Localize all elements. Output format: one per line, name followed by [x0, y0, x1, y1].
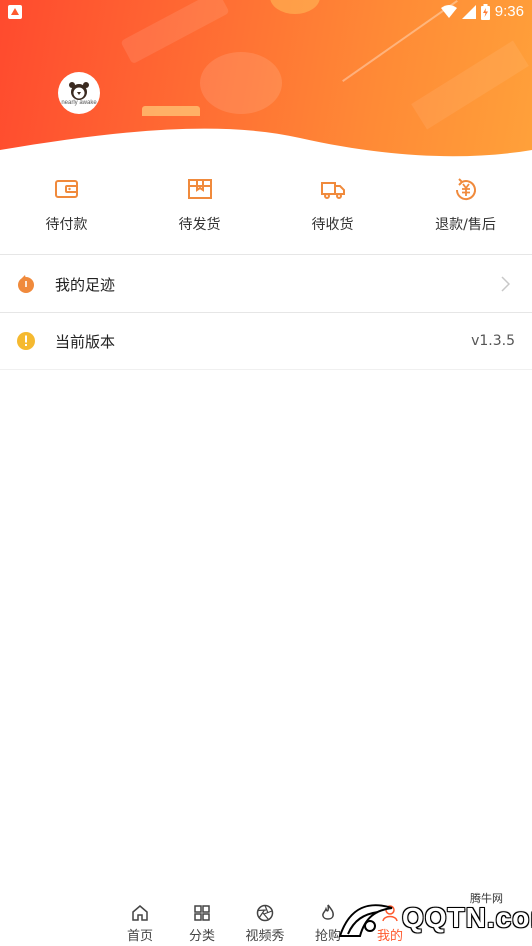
nav-video[interactable]: 视频秀	[235, 904, 295, 944]
refund-icon	[455, 178, 476, 201]
divider	[0, 254, 532, 255]
status-time: 9:36	[494, 3, 524, 20]
avatar-brand-text: nearly awake	[61, 99, 97, 106]
order-label: 退款/售后	[435, 217, 496, 233]
version-value: v1.3.5	[471, 333, 515, 349]
order-label: 待付款	[45, 217, 88, 233]
watermark-text: QQTN.com	[402, 902, 532, 933]
order-label: 待收货	[311, 217, 354, 233]
grid-icon	[194, 905, 210, 921]
menu-label: 当前版本	[55, 332, 116, 351]
battery-icon	[480, 3, 490, 20]
truck-icon	[320, 182, 345, 199]
package-icon	[187, 179, 212, 199]
wallet-icon	[54, 180, 78, 198]
nickname-badge[interactable]	[142, 106, 200, 116]
nav-label: 分类	[188, 929, 215, 944]
notification-icon	[8, 5, 22, 19]
signal-icon	[461, 4, 476, 19]
menu-label: 我的足迹	[55, 275, 116, 294]
footprint-icon	[18, 275, 34, 293]
info-icon	[17, 332, 35, 350]
watermark-cn-text: 腾牛网	[470, 892, 503, 905]
nav-label: 首页	[126, 929, 153, 944]
divider	[0, 369, 532, 370]
header-decoration	[411, 40, 529, 130]
bear-logo-icon	[69, 81, 89, 100]
wifi-icon	[440, 4, 457, 18]
menu-item-footprints[interactable]: 我的足迹	[0, 256, 532, 312]
nav-label: 视频秀	[245, 929, 285, 944]
chevron-right-icon	[501, 276, 510, 292]
order-status-row: 待付款 待发货 待收货 退款/售后	[0, 170, 532, 254]
watermark: QQTN.com 腾牛网	[320, 888, 532, 946]
header-decoration	[200, 52, 282, 114]
nav-home[interactable]: 首页	[110, 904, 170, 944]
aperture-icon	[256, 904, 274, 922]
profile-header: nearly awake	[0, 0, 532, 170]
header-wave	[0, 128, 532, 170]
order-pending-payment[interactable]: 待付款	[0, 170, 133, 254]
nav-category[interactable]: 分类	[172, 904, 232, 944]
menu-item-version[interactable]: 当前版本 v1.3.5	[0, 313, 532, 369]
order-label: 待发货	[178, 217, 221, 233]
order-pending-shipment[interactable]: 待发货	[133, 170, 266, 254]
home-icon	[132, 905, 148, 921]
watermark-logo-icon	[338, 904, 393, 937]
status-bar: 9:36	[0, 0, 532, 24]
order-refund-aftersale[interactable]: 退款/售后	[399, 170, 532, 254]
avatar[interactable]: nearly awake	[58, 72, 100, 114]
order-pending-receipt[interactable]: 待收货	[266, 170, 399, 254]
